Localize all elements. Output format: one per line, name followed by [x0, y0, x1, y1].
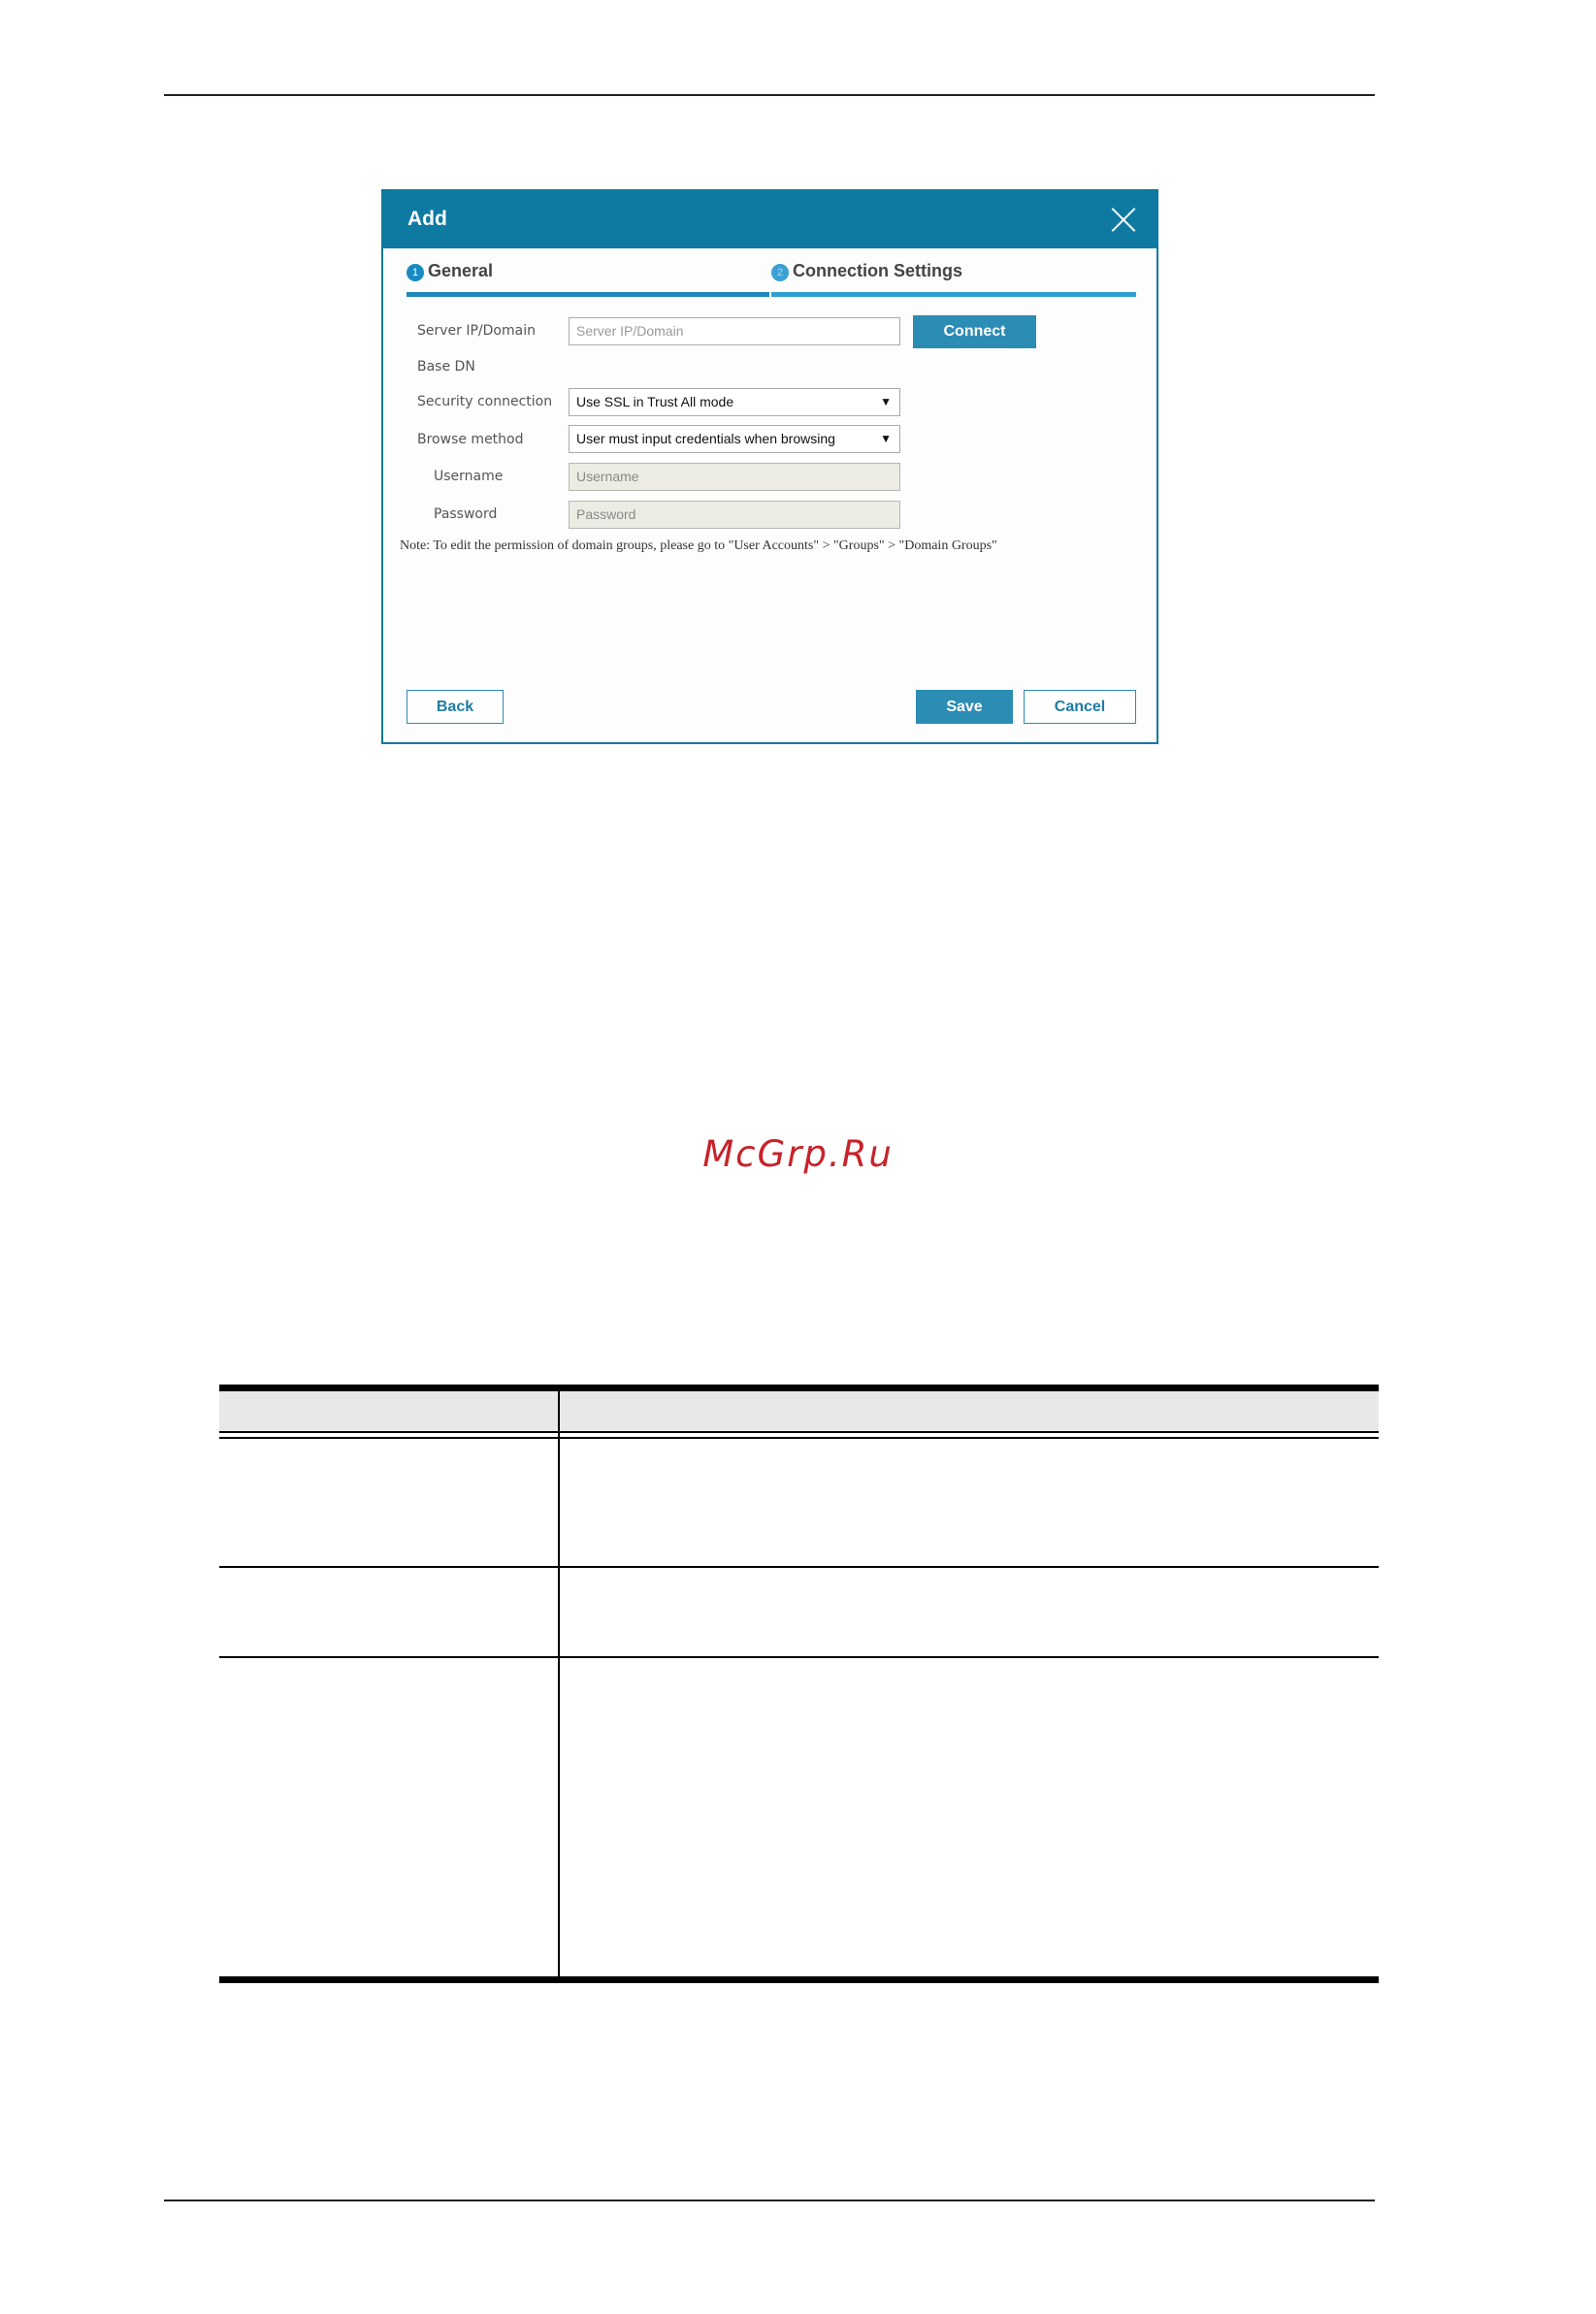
server-ip-input[interactable]: Server IP/Domain: [569, 317, 900, 345]
table-header-rule: [219, 1437, 1379, 1439]
domain-groups-note: Note: To edit the permission of domain g…: [400, 538, 997, 553]
dropdown-arrow-icon: ▼: [880, 395, 892, 408]
security-connection-select[interactable]: Use SSL in Trust All mode ▼: [569, 388, 900, 416]
username-label: Username: [434, 469, 504, 484]
step-progress-bar: [771, 292, 1136, 297]
step-number-badge: 1: [407, 264, 424, 281]
save-button[interactable]: Save: [916, 690, 1013, 724]
step-progress-bar: [407, 292, 769, 297]
step-connection-settings[interactable]: 2 Connection Settings: [771, 258, 1136, 297]
cancel-button[interactable]: Cancel: [1024, 690, 1136, 724]
browse-method-select[interactable]: User must input credentials when browsin…: [569, 425, 900, 453]
step-label: General: [428, 261, 494, 280]
step-number-badge: 2: [771, 264, 789, 281]
step-general[interactable]: 1 General: [407, 258, 769, 297]
step-label: Connection Settings: [793, 261, 962, 280]
description-table: [219, 1385, 1379, 1984]
dialog-header: Add: [383, 191, 1156, 248]
table-header-row: [219, 1391, 1379, 1431]
password-label: Password: [434, 506, 498, 522]
server-ip-label: Server IP/Domain: [417, 323, 536, 339]
table-header-rule: [219, 1431, 1379, 1433]
add-dialog: Add 1 General 2 Connection Settings Serv…: [381, 189, 1158, 744]
password-input[interactable]: Password: [569, 501, 900, 529]
table-bottom-rule: [219, 1976, 1379, 1983]
select-value: Use SSL in Trust All mode: [576, 394, 734, 409]
table-top-rule: [219, 1385, 1379, 1391]
dialog-title: Add: [407, 208, 447, 230]
security-connection-label: Security connection: [417, 394, 553, 409]
back-button[interactable]: Back: [407, 690, 504, 724]
table-row-divider: [219, 1566, 1379, 1568]
watermark-text: McGrp.Ru: [702, 1133, 894, 1175]
page-top-rule: [164, 94, 1375, 96]
browse-method-label: Browse method: [417, 432, 524, 447]
table-row-divider: [219, 1656, 1379, 1658]
select-value: User must input credentials when browsin…: [576, 431, 835, 446]
table-column-divider: [558, 1391, 560, 1977]
connect-button[interactable]: Connect: [913, 315, 1036, 348]
base-dn-label: Base DN: [417, 359, 475, 375]
page-bottom-rule: [164, 2200, 1375, 2201]
close-icon[interactable]: [1111, 207, 1137, 233]
username-input[interactable]: Username: [569, 463, 900, 491]
dropdown-arrow-icon: ▼: [880, 432, 892, 445]
